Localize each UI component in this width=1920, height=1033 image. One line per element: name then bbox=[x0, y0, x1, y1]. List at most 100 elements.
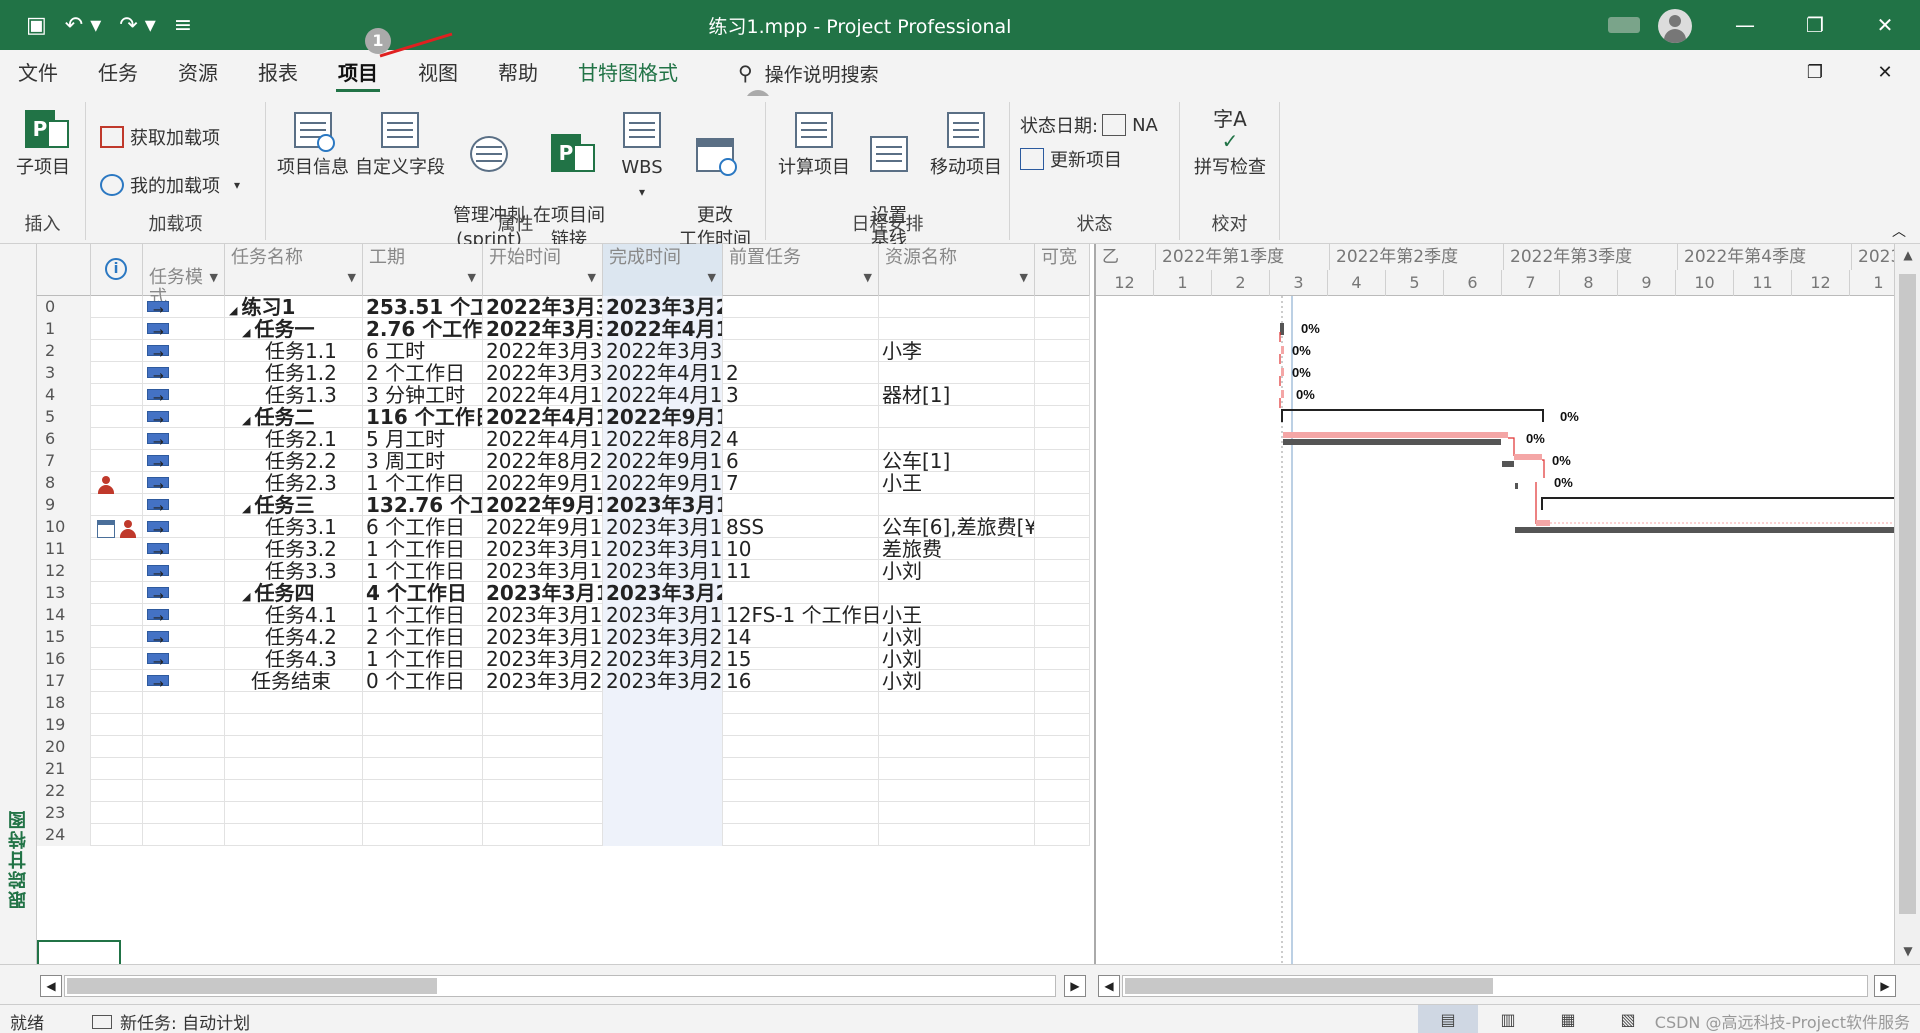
close-doc-icon[interactable]: ✕ bbox=[1850, 50, 1920, 96]
task-name-cell[interactable]: ◢ 练习1 bbox=[225, 296, 363, 318]
table-row[interactable]: 6 任务2.1 5 月工时2022年4月12022年8月24 bbox=[37, 428, 1090, 450]
empty-cell[interactable] bbox=[603, 824, 723, 846]
empty-cell[interactable] bbox=[483, 780, 603, 802]
chevron-down-icon[interactable]: ▼ bbox=[468, 268, 476, 288]
slack-cell[interactable] bbox=[1035, 626, 1090, 648]
empty-row[interactable]: 19 bbox=[37, 714, 1090, 736]
task-mode-cell[interactable] bbox=[143, 384, 225, 406]
empty-row[interactable]: 20 bbox=[37, 736, 1090, 758]
res-cell[interactable]: 小刘 bbox=[879, 560, 1035, 582]
res-cell[interactable] bbox=[879, 318, 1035, 340]
header-task-mode[interactable]: 任务模 式 ▼ bbox=[143, 244, 225, 308]
pred-cell[interactable]: 14 bbox=[723, 626, 879, 648]
chevron-down-icon[interactable]: ▼ bbox=[708, 268, 716, 288]
slack-cell[interactable] bbox=[1035, 582, 1090, 604]
table-row[interactable]: 0 ◢ 练习1 253.51 个工作日2022年3月302023年3月22 bbox=[37, 296, 1090, 318]
finish-cell[interactable]: 2022年9月1 bbox=[603, 406, 723, 428]
empty-cell[interactable] bbox=[91, 824, 143, 846]
duration-cell[interactable]: 132.76 个工作日 bbox=[363, 494, 483, 516]
empty-cell[interactable] bbox=[143, 736, 225, 758]
collapse-ribbon-icon[interactable]: ︿ bbox=[1892, 221, 1906, 241]
slack-cell[interactable] bbox=[1035, 516, 1090, 538]
empty-cell[interactable] bbox=[143, 824, 225, 846]
empty-cell[interactable] bbox=[483, 824, 603, 846]
empty-cell[interactable] bbox=[91, 692, 143, 714]
empty-row[interactable]: 22 bbox=[37, 780, 1090, 802]
finish-cell[interactable]: 2023年3月2 bbox=[603, 670, 723, 692]
scroll-down-icon[interactable]: ▼ bbox=[1895, 944, 1920, 958]
empty-cell[interactable] bbox=[723, 802, 879, 824]
task-name-cell[interactable]: ◢ 任务二 bbox=[225, 406, 363, 428]
duration-cell[interactable]: 1 个工作日 bbox=[363, 472, 483, 494]
tab-file[interactable]: 文件 bbox=[0, 50, 78, 96]
start-cell[interactable]: 2023年3月1 bbox=[483, 626, 603, 648]
close-icon[interactable]: ✕ bbox=[1850, 13, 1920, 37]
finish-cell[interactable]: 2022年3月3 bbox=[603, 340, 723, 362]
chevron-down-icon[interactable]: ▼ bbox=[1020, 268, 1028, 288]
res-cell[interactable]: 小王 bbox=[879, 604, 1035, 626]
tab-task[interactable]: 任务 bbox=[78, 50, 158, 96]
slack-cell[interactable] bbox=[1035, 538, 1090, 560]
empty-cell[interactable] bbox=[1035, 736, 1090, 758]
task-name-cell[interactable]: 任务2.3 bbox=[225, 472, 363, 494]
empty-cell[interactable] bbox=[91, 736, 143, 758]
chevron-down-icon[interactable]: ▼ bbox=[588, 268, 596, 288]
start-cell[interactable]: 2022年4月1 bbox=[483, 384, 603, 406]
table-row[interactable]: 1 ◢ 任务一 2.76 个工作日2022年3月32022年4月1 bbox=[37, 318, 1090, 340]
empty-row[interactable]: 23 bbox=[37, 802, 1090, 824]
task-name-cell[interactable]: 任务结束 bbox=[225, 670, 363, 692]
empty-cell[interactable] bbox=[363, 780, 483, 802]
slack-cell[interactable] bbox=[1035, 318, 1090, 340]
duration-cell[interactable]: 1 个工作日 bbox=[363, 604, 483, 626]
task-mode-cell[interactable] bbox=[143, 538, 225, 560]
task-name-cell[interactable]: 任务3.1 bbox=[225, 516, 363, 538]
task-mode-cell[interactable] bbox=[143, 670, 225, 692]
collapse-icon[interactable]: ◢ bbox=[229, 304, 237, 317]
header-start[interactable]: 开始时间 ▼ bbox=[483, 244, 603, 296]
chevron-down-icon[interactable]: ▼ bbox=[348, 268, 356, 288]
selected-cell[interactable] bbox=[37, 940, 121, 964]
task-name-cell[interactable]: 任务4.1 bbox=[225, 604, 363, 626]
slack-cell[interactable] bbox=[1035, 648, 1090, 670]
empty-cell[interactable] bbox=[91, 780, 143, 802]
empty-cell[interactable] bbox=[879, 824, 1035, 846]
pred-cell[interactable]: 10 bbox=[723, 538, 879, 560]
pred-cell[interactable] bbox=[723, 494, 879, 516]
empty-cell[interactable] bbox=[363, 802, 483, 824]
task-name-cell[interactable]: 任务2.2 bbox=[225, 450, 363, 472]
start-cell[interactable]: 2023年3月2 bbox=[483, 648, 603, 670]
table-row[interactable]: 15 任务4.2 2 个工作日2023年3月12023年3月214小刘 bbox=[37, 626, 1090, 648]
table-row[interactable]: 5 ◢ 任务二 116 个工作日2022年4月12022年9月1 bbox=[37, 406, 1090, 428]
duration-cell[interactable]: 5 月工时 bbox=[363, 428, 483, 450]
empty-cell[interactable] bbox=[723, 714, 879, 736]
task-mode-cell[interactable] bbox=[143, 406, 225, 428]
task-mode-cell[interactable] bbox=[143, 560, 225, 582]
start-cell[interactable]: 2022年3月3 bbox=[483, 318, 603, 340]
table-row[interactable]: 9 ◢ 任务三 132.76 个工作日2022年9月12023年3月1 bbox=[37, 494, 1090, 516]
empty-cell[interactable] bbox=[143, 758, 225, 780]
pred-cell[interactable]: 12FS-1 个工作日 bbox=[723, 604, 879, 626]
resource-sheet-view-icon[interactable]: ▧ bbox=[1598, 1005, 1658, 1033]
res-cell[interactable]: 小刘 bbox=[879, 626, 1035, 648]
empty-cell[interactable] bbox=[91, 714, 143, 736]
header-task-name[interactable]: 任务名称 ▼ bbox=[225, 244, 363, 296]
pred-cell[interactable] bbox=[723, 406, 879, 428]
task-mode-cell[interactable] bbox=[143, 318, 225, 340]
start-cell[interactable]: 2022年4月1 bbox=[483, 406, 603, 428]
minimize-icon[interactable]: — bbox=[1710, 13, 1780, 37]
slack-cell[interactable] bbox=[1035, 384, 1090, 406]
empty-cell[interactable] bbox=[225, 802, 363, 824]
empty-cell[interactable] bbox=[483, 736, 603, 758]
restore-icon[interactable]: ❐ bbox=[1780, 13, 1850, 37]
scroll-thumb[interactable] bbox=[1125, 978, 1493, 994]
header-indicators[interactable]: i bbox=[91, 244, 143, 296]
empty-cell[interactable] bbox=[483, 692, 603, 714]
duration-cell[interactable]: 4 个工作日 bbox=[363, 582, 483, 604]
team-planner-view-icon[interactable]: ▦ bbox=[1538, 1005, 1598, 1033]
status-date-button[interactable]: 状态日期: NA bbox=[1020, 112, 1158, 138]
calculate-project-button[interactable]: 计算项目 bbox=[776, 108, 852, 180]
get-addins-button[interactable]: 获取加载项 bbox=[100, 124, 220, 150]
duration-cell[interactable]: 2 个工作日 bbox=[363, 626, 483, 648]
task-mode-cell[interactable] bbox=[143, 428, 225, 450]
header-rownum[interactable] bbox=[37, 244, 91, 296]
